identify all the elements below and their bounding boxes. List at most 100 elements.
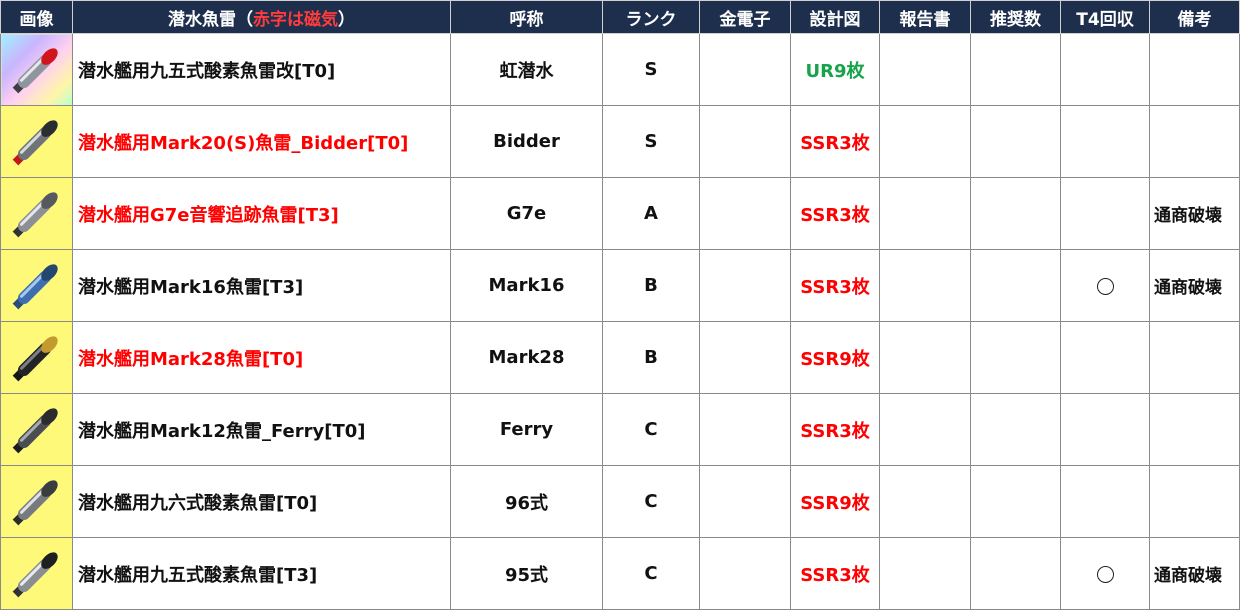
table-row: 潜水艦用G7e音響追跡魚雷[T3]G7eASSR3枚通商破壊 xyxy=(1,178,1241,250)
dark-torpedo-icon xyxy=(1,323,71,393)
torpedo-name: 潜水艦用九五式酸素魚雷改[T0] xyxy=(73,34,451,106)
circle-mark-icon xyxy=(1097,278,1114,295)
blueprint: SSR3枚 xyxy=(791,250,880,322)
recommended xyxy=(971,106,1061,178)
gold-electron xyxy=(700,178,791,250)
callname: Bidder xyxy=(451,106,603,178)
torpedo-name: 潜水艦用Mark16魚雷[T3] xyxy=(73,250,451,322)
gold-electron xyxy=(700,322,791,394)
table-row: 潜水艦用九五式酸素魚雷[T3]95式C SSR3枚 通商破壊 xyxy=(1,538,1241,610)
recommended xyxy=(971,538,1061,610)
blueprint: SSR3枚 xyxy=(791,538,880,610)
grey-torpedo-icon xyxy=(1,179,71,249)
report xyxy=(880,466,971,538)
circle-mark-icon xyxy=(1097,566,1114,583)
blueprint: UR9枚 xyxy=(791,34,880,106)
rank: A xyxy=(603,178,700,250)
report xyxy=(880,178,971,250)
report xyxy=(880,34,971,106)
callname: Ferry xyxy=(451,394,603,466)
callname: Mark28 xyxy=(451,322,603,394)
note xyxy=(1150,106,1240,178)
header-rank: ランク xyxy=(603,1,700,34)
torpedo-table: 画像 潜水魚雷（赤字は磁気） 呼称 ランク 金電子 設計図 報告書 推奨数 T4… xyxy=(0,0,1241,610)
recommended xyxy=(971,322,1061,394)
callname: G7e xyxy=(451,178,603,250)
blueprint: SSR3枚 xyxy=(791,394,880,466)
header-blueprint: 設計図 xyxy=(791,1,880,34)
torpedo-image-cell xyxy=(1,106,73,178)
recommended xyxy=(971,250,1061,322)
torpedo-image-cell xyxy=(1,34,73,106)
silver-dark-tip-torpedo-icon xyxy=(1,539,71,609)
t4-recovery xyxy=(1061,538,1150,610)
rank: B xyxy=(603,322,700,394)
rank: C xyxy=(603,466,700,538)
t4-recovery xyxy=(1061,466,1150,538)
t4-recovery xyxy=(1061,34,1150,106)
gold-electron xyxy=(700,394,791,466)
header-report: 報告書 xyxy=(880,1,971,34)
table-row: 潜水艦用Mark28魚雷[T0]Mark28B SSR9枚 xyxy=(1,322,1241,394)
table-row: 潜水艦用九六式酸素魚雷[T0]96式C SSR9枚 xyxy=(1,466,1241,538)
table-row: 潜水艦用Mark12魚雷_Ferry[T0]FerryC SSR3枚 xyxy=(1,394,1241,466)
report xyxy=(880,106,971,178)
gold-electron xyxy=(700,106,791,178)
header-row: 画像 潜水魚雷（赤字は磁気） 呼称 ランク 金電子 設計図 報告書 推奨数 T4… xyxy=(1,1,1241,34)
gold-electron xyxy=(700,34,791,106)
torpedo-image-cell xyxy=(1,178,73,250)
t4-recovery xyxy=(1061,250,1150,322)
rank: S xyxy=(603,34,700,106)
callname: 96式 xyxy=(451,466,603,538)
blueprint: SSR9枚 xyxy=(791,322,880,394)
rank: C xyxy=(603,394,700,466)
note: 通商破壊 xyxy=(1150,178,1240,250)
torpedo-name: 潜水艦用Mark12魚雷_Ferry[T0] xyxy=(73,394,451,466)
report xyxy=(880,322,971,394)
report xyxy=(880,250,971,322)
callname: 95式 xyxy=(451,538,603,610)
header-gold-electron: 金電子 xyxy=(700,1,791,34)
header-t4-recovery: T4回収 xyxy=(1061,1,1150,34)
torpedo-name: 潜水艦用G7e音響追跡魚雷[T3] xyxy=(73,178,451,250)
header-name-magnetic: 赤字は磁気 xyxy=(253,10,338,30)
torpedo-image-cell xyxy=(1,466,73,538)
report xyxy=(880,394,971,466)
torpedo-name: 潜水艦用九五式酸素魚雷[T3] xyxy=(73,538,451,610)
callname: Mark16 xyxy=(451,250,603,322)
note xyxy=(1150,322,1240,394)
blueprint: SSR3枚 xyxy=(791,106,880,178)
rank: B xyxy=(603,250,700,322)
note: 通商破壊 xyxy=(1150,250,1240,322)
t4-recovery xyxy=(1061,178,1150,250)
torpedo-name: 潜水艦用九六式酸素魚雷[T0] xyxy=(73,466,451,538)
gold-electron xyxy=(700,250,791,322)
header-notes: 備考 xyxy=(1150,1,1240,34)
t4-recovery xyxy=(1061,106,1150,178)
recommended xyxy=(971,34,1061,106)
table-row: 潜水艦用九五式酸素魚雷改[T0]虹潜水S UR9枚 xyxy=(1,34,1241,106)
rank: C xyxy=(603,538,700,610)
header-name-suffix: ） xyxy=(338,10,355,30)
blueprint: SSR9枚 xyxy=(791,466,880,538)
gold-electron xyxy=(700,538,791,610)
silver-torpedo-icon xyxy=(1,467,71,537)
torpedo-image-cell xyxy=(1,322,73,394)
torpedo-image-cell xyxy=(1,250,73,322)
blue-torpedo-icon xyxy=(1,251,71,321)
note xyxy=(1150,466,1240,538)
t4-recovery xyxy=(1061,394,1150,466)
table-row: 潜水艦用Mark20(S)魚雷_Bidder[T0]BidderSSSR3枚 xyxy=(1,106,1241,178)
t4-recovery xyxy=(1061,322,1150,394)
report xyxy=(880,538,971,610)
recommended xyxy=(971,178,1061,250)
dark-grey-torpedo-icon xyxy=(1,395,71,465)
header-name-prefix: 潜水魚雷（ xyxy=(168,10,253,30)
note: 通商破壊 xyxy=(1150,538,1240,610)
recommended xyxy=(971,394,1061,466)
red-tip-torpedo-icon xyxy=(1,35,71,105)
red-tail-torpedo-icon xyxy=(1,107,71,177)
callname: 虹潜水 xyxy=(451,34,603,106)
header-name: 潜水魚雷（赤字は磁気） xyxy=(73,1,451,34)
torpedo-name: 潜水艦用Mark28魚雷[T0] xyxy=(73,322,451,394)
